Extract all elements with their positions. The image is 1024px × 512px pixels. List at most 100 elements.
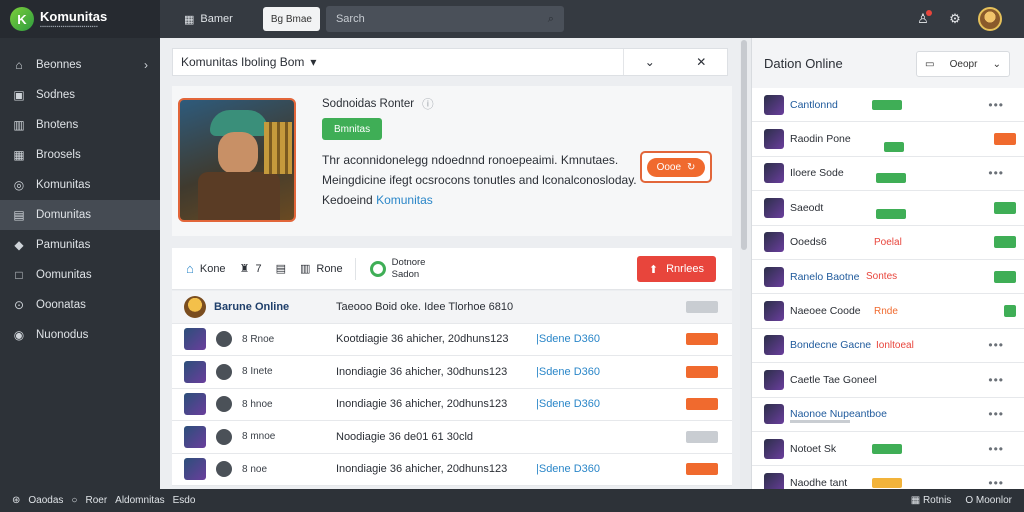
tab-rone[interactable]: ▥ Rone bbox=[300, 262, 343, 276]
filter-select-label: Oeopr bbox=[949, 58, 978, 70]
filter-select[interactable]: ▭ Oeopr ⌄ bbox=[916, 51, 1010, 77]
status-badge bbox=[686, 398, 718, 411]
logo-subtitle: ▪▪▪▪▪▪▪▪▪▪▪▪▪▪▪▪▪▪▪▪▪▪▪▪▪▪▪▪ bbox=[40, 23, 99, 30]
sidebar-item-square[interactable]: □ Oomunitas bbox=[0, 260, 160, 290]
sidebar-item-grid[interactable]: ▦ Broosels bbox=[0, 140, 160, 170]
thumbnail bbox=[184, 458, 206, 481]
logo-title: Komunitas bbox=[40, 8, 108, 24]
sidebar-item-search[interactable]: ⊙ Ooonatas bbox=[0, 290, 160, 320]
sidebar-item-screen[interactable]: ▣ Sodnes bbox=[0, 80, 160, 110]
tab-home[interactable]: ⌂ Kone bbox=[186, 261, 226, 276]
online-item-name: Iloere Sode bbox=[790, 167, 844, 180]
tab-doc[interactable]: ▤ bbox=[276, 262, 286, 275]
online-item-name: Raodin Pone bbox=[790, 133, 851, 146]
online-item-tag: Ionltoeal bbox=[876, 339, 914, 351]
list-item[interactable]: 8 Inete Inondiagie 36 ahicher, 30dhuns12… bbox=[172, 356, 732, 389]
online-item[interactable]: Iloere Sode ••• bbox=[752, 157, 1024, 192]
more-icon[interactable]: ••• bbox=[988, 166, 1004, 180]
chart-icon: ▤ bbox=[13, 208, 25, 222]
status-badge bbox=[994, 133, 1016, 146]
status-ring-icon bbox=[369, 260, 386, 277]
list-item[interactable]: 8 hnoe Inondiagie 36 ahicher, 20dhuns123… bbox=[172, 389, 732, 421]
online-item[interactable]: Ranelo Baotne Sontes bbox=[752, 260, 1024, 295]
top-pill-button[interactable]: Bg Bmae bbox=[262, 7, 320, 31]
more-icon[interactable]: ••• bbox=[988, 407, 1004, 421]
more-icon[interactable]: ••• bbox=[988, 476, 1004, 490]
settings-icon[interactable]: ⚙ bbox=[946, 10, 964, 28]
online-item[interactable]: Saeodt bbox=[752, 191, 1024, 226]
scrollbar[interactable] bbox=[741, 40, 747, 250]
row-link[interactable]: |Sdene D360 bbox=[536, 463, 600, 475]
thumbnail bbox=[184, 425, 206, 448]
list-header-row[interactable]: Barune Online Taeooo Boid oke. Idee Tlor… bbox=[172, 291, 732, 324]
more-icon[interactable]: ••• bbox=[988, 338, 1004, 352]
online-item[interactable]: Bondecne Gacne Ionltoeal ••• bbox=[752, 329, 1024, 364]
close-icon[interactable]: ✕ bbox=[696, 55, 706, 69]
online-item-name: Naeoee Coode bbox=[790, 305, 861, 318]
avatar[interactable] bbox=[978, 7, 1002, 31]
online-item[interactable]: Naeoee Coode Rnde bbox=[752, 294, 1024, 329]
more-icon[interactable]: ••• bbox=[988, 373, 1004, 387]
gamepad-icon: ▦ bbox=[184, 13, 195, 26]
home-icon: ⌂ bbox=[15, 58, 23, 72]
sidebar-item-label: Bnotens bbox=[36, 119, 79, 131]
thumbnail bbox=[184, 328, 206, 351]
game-cover-image[interactable] bbox=[178, 98, 296, 222]
list-item[interactable]: 8 noe Inondiagie 36 ahicher, 20dhuns123 … bbox=[172, 454, 732, 486]
online-item[interactable]: Notoet Sk ••• bbox=[752, 432, 1024, 467]
info-icon[interactable]: ⓘ bbox=[422, 96, 434, 112]
action-button[interactable]: Oooe ↻ bbox=[640, 151, 712, 183]
user-icon bbox=[216, 331, 232, 348]
status-badge bbox=[686, 300, 718, 313]
more-icon[interactable]: ••• bbox=[988, 442, 1004, 456]
list-item[interactable]: 8 Rnoe Kootdiagie 36 ahicher, 20dhuns123… bbox=[172, 324, 732, 356]
game-card: Sodnoidas Ronter ⓘ Bmnitas Thr aconnidon… bbox=[172, 86, 732, 236]
online-item[interactable]: Raodin Pone bbox=[752, 122, 1024, 157]
row-link[interactable]: |Sdene D360 bbox=[536, 398, 600, 410]
dropdown-caret-icon[interactable]: ▾ bbox=[310, 55, 316, 69]
online-item[interactable]: Cantlonnd ••• bbox=[752, 88, 1024, 123]
tab-group[interactable]: ♜ 7 bbox=[240, 262, 262, 276]
row-meta: 8 Rnoe bbox=[242, 333, 275, 345]
sidebar-item-home[interactable]: ⌂ Beonnes › bbox=[0, 50, 160, 80]
join-button[interactable]: Bmnitas bbox=[322, 118, 383, 140]
sidebar-item-building[interactable]: ▥ Bnotens bbox=[0, 110, 160, 140]
tab-status[interactable]: Dotnore Sadon bbox=[369, 257, 425, 281]
game-description: Thr aconnidonelegg ndoednnd ronoepeaimi.… bbox=[322, 150, 642, 210]
row-meta: 8 hnoe bbox=[242, 398, 273, 410]
status-right-2[interactable]: O Moonlor bbox=[965, 495, 1012, 506]
sidebar-item-label: Beonnes bbox=[36, 59, 82, 71]
status-bar: ⊛ Oaodas ○ Roer Aldomnitas Esdo ▦ Rotnis… bbox=[0, 489, 1024, 512]
status-badge bbox=[686, 463, 718, 476]
sidebar-item-community[interactable]: ◎ Komunitas bbox=[0, 170, 160, 200]
user-icon[interactable]: ♙ bbox=[914, 10, 932, 28]
avatar bbox=[764, 129, 784, 150]
status-right-1[interactable]: ▦ Rotnis bbox=[911, 495, 952, 506]
tag-icon: ◆ bbox=[14, 238, 24, 252]
description-link[interactable]: Komunitas bbox=[376, 193, 433, 207]
report-button[interactable]: ⬆ Rnrlees bbox=[636, 256, 716, 282]
row-link[interactable]: |Sdene D360 bbox=[536, 333, 600, 345]
tab-stack-bottom: Sadon bbox=[391, 268, 420, 280]
search-input[interactable] bbox=[335, 13, 516, 25]
online-item[interactable]: Ooeds6 Poelal bbox=[752, 226, 1024, 260]
main-content: Komunitas Iboling Bom ▾ ⌄ ✕ Sodnoidas Ro… bbox=[160, 38, 740, 489]
logo[interactable]: K Komunitas ▪▪▪▪▪▪▪▪▪▪▪▪▪▪▪▪▪▪▪▪▪▪▪▪▪▪▪▪ bbox=[0, 0, 160, 38]
online-item[interactable]: Caetle Tae Goneel ••• bbox=[752, 363, 1024, 398]
online-item[interactable]: Naonoe Nupeantboe ••• bbox=[752, 398, 1024, 432]
sidebar-item-tag[interactable]: ◆ Pamunitas bbox=[0, 230, 160, 260]
sidebar-item-active[interactable]: ▤ Domunitas bbox=[0, 200, 160, 230]
globe-icon[interactable]: ⊛ bbox=[12, 495, 20, 506]
refresh-icon: ↻ bbox=[687, 161, 696, 173]
search-icon[interactable]: ⌕ bbox=[548, 13, 554, 26]
row-link[interactable]: |Sdene D360 bbox=[536, 366, 600, 378]
row-info: Inondiagie 36 ahicher, 30dhuns123 bbox=[336, 365, 508, 378]
online-item-name: Cantlonnd bbox=[790, 98, 838, 111]
chevron-down-icon[interactable]: ⌄ bbox=[645, 55, 655, 69]
list-item[interactable]: 8 mnoe Noodiagie 36 de01 61 30cld bbox=[172, 421, 732, 454]
sidebar-item-chat[interactable]: ◉ Nuonodus bbox=[0, 320, 160, 350]
status-text: Aldomnitas bbox=[115, 495, 165, 506]
more-icon[interactable]: ••• bbox=[988, 98, 1004, 112]
top-tab-games[interactable]: ▦ Bamer bbox=[184, 13, 233, 26]
row-meta: 8 mnoe bbox=[242, 431, 276, 443]
